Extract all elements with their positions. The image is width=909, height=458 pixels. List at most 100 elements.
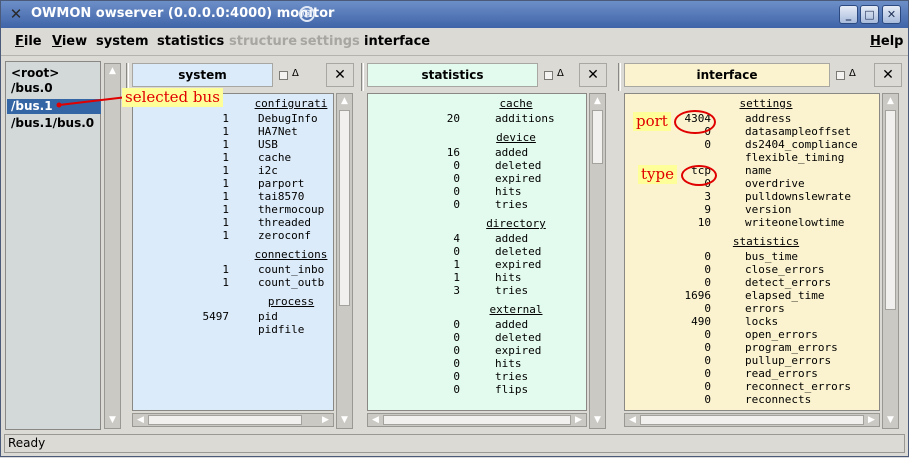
close-window-button[interactable]: ✕	[882, 5, 901, 24]
interface-section-title: statistics	[732, 235, 800, 248]
interface-pane-header[interactable]: interface	[624, 63, 830, 87]
interface-row: 0 reconnect_errors	[625, 380, 879, 393]
maximize-button[interactable]: □	[860, 5, 879, 24]
scroll-right-arrow-icon[interactable]: ▶	[572, 414, 585, 426]
tree-scrollbar[interactable]: ▲ ▼	[104, 63, 121, 429]
interface-row: 490 locks	[625, 315, 879, 328]
statistics-pane-close-button[interactable]: ✕	[579, 63, 607, 87]
interface-pane-hscroll-thumb[interactable]	[640, 415, 864, 425]
scroll-down-arrow-icon[interactable]: ▼	[338, 414, 351, 427]
selected-bus-annotation: selected bus	[122, 88, 223, 107]
system-row-value: 1	[222, 276, 229, 289]
scroll-up-arrow-icon[interactable]: ▲	[591, 95, 604, 108]
system-pane-delta-icon[interactable]: Δ	[292, 68, 299, 79]
scroll-up-arrow-icon[interactable]: ▲	[338, 95, 351, 108]
menu-interface[interactable]: interface	[364, 34, 430, 49]
statistics-row-label: hits	[495, 185, 522, 198]
statistics-row: 0 added	[368, 318, 586, 331]
interface-pane-checkbox[interactable]	[836, 71, 845, 80]
menu-statistics[interactable]: statistics	[157, 34, 224, 49]
interface-pane-delta-icon[interactable]: Δ	[849, 68, 856, 79]
menu-system[interactable]: system	[96, 34, 149, 49]
statistics-row-label: expired	[495, 258, 542, 271]
tree-item-bus-1-bus-0[interactable]: /bus.1/bus.0	[7, 116, 101, 131]
interface-pane-close-button[interactable]: ✕	[874, 63, 902, 87]
interface-row-label: close_errors	[745, 263, 825, 276]
system-pane-checkbox[interactable]	[279, 71, 288, 80]
interface-row-label: overdrive	[745, 177, 805, 190]
system-pane-close-button[interactable]: ✕	[326, 63, 354, 87]
statistics-pane-delta-icon[interactable]: Δ	[557, 68, 564, 79]
statistics-row-label: tries	[495, 284, 529, 297]
status-bar: Ready	[4, 434, 905, 453]
statistics-pane-hscroll-thumb[interactable]	[383, 415, 571, 425]
type-highlight-ellipse	[681, 165, 717, 186]
system-pane-scroll-thumb[interactable]	[339, 110, 350, 306]
tree-item-root[interactable]: <root>	[7, 66, 101, 81]
tree-item-bus-1[interactable]: /bus.1	[7, 99, 101, 114]
statistics-pane-scroll-thumb[interactable]	[592, 110, 603, 164]
system-row-value: 1	[222, 177, 229, 190]
scroll-left-arrow-icon[interactable]: ◀	[369, 414, 382, 426]
statistics-row-label: additions	[495, 112, 555, 125]
statistics-row: 0 deleted	[368, 159, 586, 172]
interface-row: 0 reconnects	[625, 393, 879, 406]
scroll-up-arrow-icon[interactable]: ▲	[106, 65, 119, 78]
statistics-row: 0 flips	[368, 383, 586, 396]
scroll-right-arrow-icon[interactable]: ▶	[865, 414, 878, 426]
scroll-down-arrow-icon[interactable]: ▼	[106, 414, 119, 427]
interface-row: 10 writeonelowtime	[625, 216, 879, 229]
interface-row-value: 0	[704, 263, 711, 276]
system-pane-vscrollbar[interactable]: ▲ ▼	[336, 93, 353, 429]
interface-row: 0 bus_time	[625, 250, 879, 263]
interface-pane-body: settings 4304 address 0 datasampleoffset 0 ds2…	[624, 93, 880, 411]
statistics-pane-hscrollbar[interactable]: ◀ ▶	[367, 413, 587, 427]
scroll-down-arrow-icon[interactable]: ▼	[884, 414, 897, 427]
tree-item-bus-0[interactable]: /bus.0	[7, 81, 101, 96]
interface-pane-scroll-thumb[interactable]	[885, 110, 896, 310]
system-row-label: count_outb	[258, 276, 325, 289]
scroll-left-arrow-icon[interactable]: ◀	[626, 414, 639, 426]
statistics-row-label: tries	[495, 370, 529, 383]
statistics-pane-vscrollbar[interactable]: ▲ ▼	[589, 93, 606, 429]
menu-settings[interactable]: settings	[300, 34, 360, 49]
system-pane-hscroll-thumb[interactable]	[148, 415, 302, 425]
statistics-pane-checkbox[interactable]	[544, 71, 553, 80]
title-bar[interactable]: ✕ OWMON owserver (0.0.0.0:4000) monitor …	[1, 1, 908, 28]
port-annotation: port	[633, 112, 671, 131]
bus-tree: <root> /bus.0 /bus.1 /bus.1/bus.0	[5, 61, 101, 430]
scroll-left-arrow-icon[interactable]: ◀	[134, 414, 147, 426]
menu-view[interactable]: View	[52, 34, 87, 49]
system-row: 1 HA7Net	[133, 125, 333, 138]
interface-row-value: 1696	[684, 289, 712, 302]
interface-pane-vscrollbar[interactable]: ▲ ▼	[882, 93, 899, 429]
minimize-button[interactable]: _	[839, 5, 858, 24]
interface-pane-grip[interactable]	[618, 63, 621, 91]
statistics-row: 0 expired	[368, 344, 586, 357]
statistics-row: 0 deleted	[368, 245, 586, 258]
system-pane-header[interactable]: system	[132, 63, 273, 87]
system-pane-hscrollbar[interactable]: ◀ ▶	[132, 413, 334, 427]
system-row-value: 1	[222, 164, 229, 177]
statistics-row-value: 0	[453, 370, 460, 383]
menu-file[interactable]: File	[15, 34, 42, 49]
interface-row: 0 errors	[625, 302, 879, 315]
scroll-up-arrow-icon[interactable]: ▲	[884, 95, 897, 108]
scroll-down-arrow-icon[interactable]: ▼	[591, 414, 604, 427]
interface-row-label: address	[745, 112, 792, 125]
port-highlight-ellipse	[674, 110, 716, 134]
interface-row-label: version	[745, 203, 792, 216]
statistics-pane-header[interactable]: statistics	[367, 63, 538, 87]
interface-row-label: pullup_errors	[745, 354, 832, 367]
x-window-icon[interactable]: ✕	[8, 6, 24, 22]
system-row: 1 count_outb	[133, 276, 333, 289]
menu-help[interactable]: Help	[870, 34, 903, 49]
system-row-label: parport	[258, 177, 305, 190]
system-pane-grip[interactable]	[126, 63, 129, 91]
menu-structure[interactable]: structure	[229, 34, 297, 49]
statistics-row-value: 0	[453, 357, 460, 370]
statistics-pane-grip[interactable]	[361, 63, 364, 91]
statistics-row-value: 0	[453, 198, 460, 211]
interface-pane-hscrollbar[interactable]: ◀ ▶	[624, 413, 880, 427]
scroll-right-arrow-icon[interactable]: ▶	[319, 414, 332, 426]
